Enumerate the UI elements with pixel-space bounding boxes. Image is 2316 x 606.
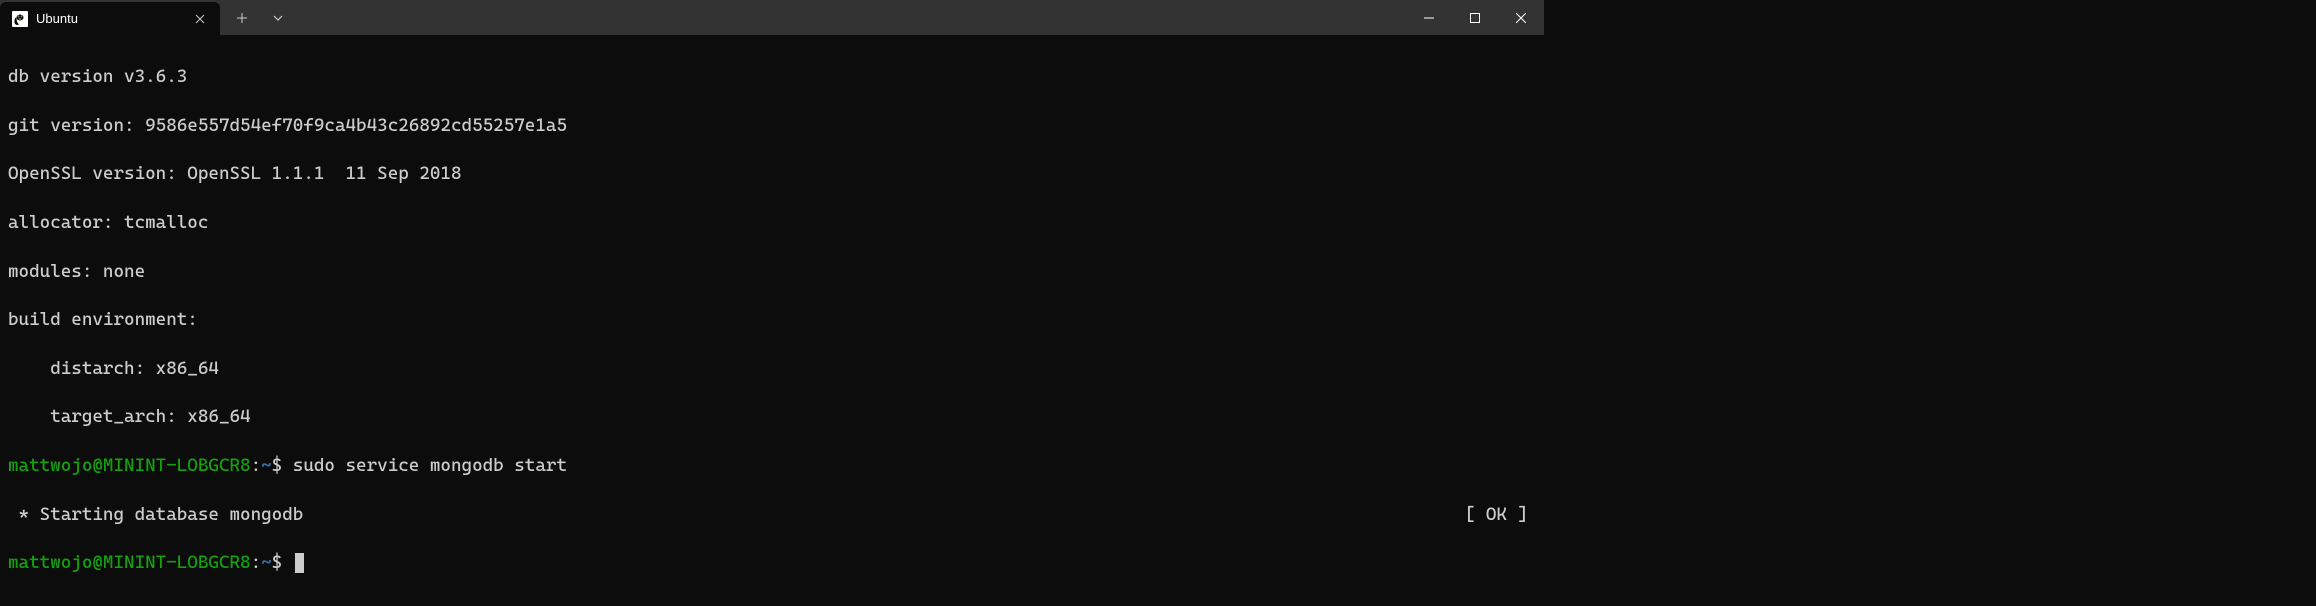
terminal-output[interactable]: db version v3.6.3 git version: 9586e557d… (0, 35, 1544, 606)
ubuntu-icon (12, 11, 28, 27)
output-line: db version v3.6.3 (8, 65, 1536, 89)
tab-controls (220, 0, 290, 35)
output-line: git version: 9586e557d54ef70f9ca4b43c268… (8, 114, 1536, 138)
window-controls (1406, 0, 1544, 35)
maximize-button[interactable] (1452, 0, 1498, 35)
tab-dropdown-button[interactable] (266, 6, 290, 30)
prompt-colon: : (251, 455, 262, 476)
cursor (295, 553, 304, 573)
tab-title: Ubuntu (36, 11, 184, 26)
output-line: allocator: tcmalloc (8, 211, 1536, 235)
output-line: OpenSSL version: OpenSSL 1.1.1 11 Sep 20… (8, 162, 1536, 186)
minimize-button[interactable] (1406, 0, 1452, 35)
prompt-path: ~ (261, 455, 272, 476)
output-line: target_arch: x86_64 (8, 405, 1536, 429)
output-line: modules: none (8, 260, 1536, 284)
command-text: sudo service mongodb start (293, 455, 567, 476)
output-line: distarch: x86_64 (8, 357, 1536, 381)
tab-close-button[interactable] (192, 11, 208, 27)
close-button[interactable] (1498, 0, 1544, 35)
prompt-line: mattwojo@MININT-LOBGCR8:~$ (8, 551, 1536, 575)
new-tab-button[interactable] (230, 6, 254, 30)
prompt-line: mattwojo@MININT-LOBGCR8:~$ sudo service … (8, 454, 1536, 478)
tab-ubuntu[interactable]: Ubuntu (0, 2, 220, 35)
prompt-user: mattwojo@MININT-LOBGCR8 (8, 455, 251, 476)
status-message: * Starting database mongodb (8, 503, 303, 527)
prompt-dollar: $ (272, 455, 293, 476)
titlebar: Ubuntu (0, 0, 1544, 35)
titlebar-drag-area[interactable] (290, 0, 1406, 35)
output-line: build environment: (8, 308, 1536, 332)
status-ok: [ OK ] (1465, 503, 1536, 527)
status-line: * Starting database mongodb [ OK ] (8, 503, 1536, 527)
